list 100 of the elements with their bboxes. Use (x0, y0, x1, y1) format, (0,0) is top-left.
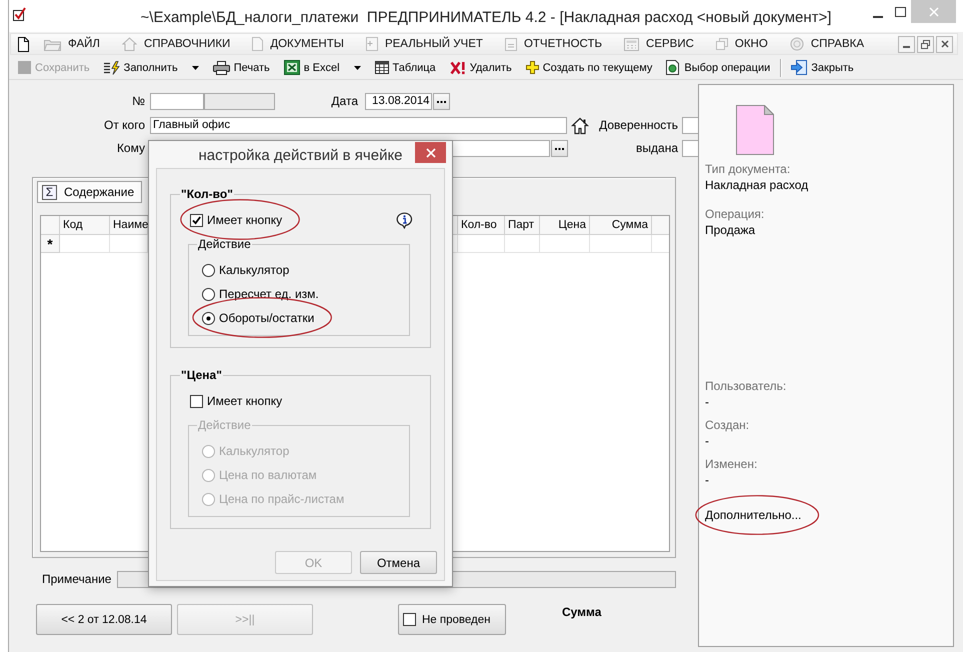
restore-icon (921, 40, 930, 48)
menu-item[interactable]: ФАЙЛ (33, 34, 111, 54)
field-label: выдана (636, 141, 678, 156)
ring-icon (790, 37, 804, 51)
ellipsis-button[interactable] (551, 140, 568, 157)
attorney-field[interactable] (682, 117, 698, 134)
table-cell (540, 235, 590, 253)
toolbar-button[interactable]: Печать (208, 56, 274, 78)
menu-item[interactable]: СПРАВКА (778, 34, 875, 54)
house-icon[interactable] (571, 116, 589, 134)
restore-button[interactable] (917, 36, 934, 52)
table-cell (505, 235, 540, 253)
checkbox[interactable] (190, 214, 203, 226)
calculator-icon (624, 38, 640, 50)
caret-icon[interactable] (192, 66, 199, 70)
toolbar-button[interactable]: Закрыть (787, 56, 858, 78)
checkbox-option[interactable]: Имеет кнопку (190, 393, 282, 409)
menu-item[interactable]: РЕАЛЬНЫЙ УЧЕТ (354, 34, 494, 54)
coin-document-icon (666, 60, 680, 75)
number-field[interactable] (150, 93, 204, 110)
field-label: Доверенность (599, 118, 678, 133)
info-label: Изменен: (705, 457, 758, 472)
posted-toggle-button[interactable]: Не проведен (398, 604, 506, 635)
sigma-icon: Σ (42, 184, 57, 200)
toolbar-button[interactable]: Таблица (370, 56, 440, 78)
column-header: Наиме (110, 216, 148, 235)
radio-option[interactable]: Пересчет ед. изм. (202, 286, 319, 302)
info-value: - (705, 395, 709, 410)
page-icon (252, 37, 264, 51)
group-title: Действие (197, 237, 252, 252)
column-header: Парт (505, 216, 540, 235)
info-icon[interactable] (396, 212, 413, 228)
close-button[interactable] (415, 142, 446, 163)
group-title: "Цена" (180, 368, 223, 383)
menu-item[interactable]: СЕРВИС (613, 34, 705, 54)
column-header: Цена (540, 216, 590, 235)
field-label: От кого (104, 118, 145, 133)
folder-icon (44, 38, 61, 50)
radio-button[interactable] (202, 288, 215, 300)
dialog-title: настройка действий в ячейке (198, 146, 403, 165)
info-label: Создан: (705, 418, 750, 433)
radio-option[interactable]: Калькулятор (202, 262, 290, 278)
group-title: Действие (197, 418, 252, 433)
toolbar-button[interactable]: Удалить (446, 56, 516, 78)
ellipsis-button[interactable] (433, 93, 450, 110)
table-cell (458, 235, 505, 253)
toolbar-button[interactable]: Выбор операции (662, 56, 774, 78)
ticked-box-icon (12, 7, 26, 21)
close-icon (426, 148, 436, 158)
previous-button[interactable]: << 2 от 12.08.14 (36, 604, 172, 635)
menu-item[interactable]: СПРАВОЧНИКИ (110, 34, 242, 54)
menu-item[interactable]: ОТЧЕТНОСТЬ (494, 34, 614, 54)
caret-icon[interactable] (354, 66, 361, 70)
table-cell (590, 235, 652, 253)
checkbox[interactable] (403, 613, 416, 626)
info-label: Тип документа: (705, 162, 790, 177)
square-icon (18, 61, 31, 74)
field-label: № (132, 94, 145, 109)
cancel-button[interactable]: Отмена (360, 551, 437, 574)
toolbar-button[interactable]: в Excel (280, 56, 365, 78)
column-header: Кол-во (458, 216, 505, 235)
stacked-squares-icon (716, 38, 728, 50)
sheet-plus-icon (366, 37, 378, 51)
toolbar-button[interactable]: Создать по текущему (522, 56, 656, 78)
column-header: Сумма (590, 216, 652, 235)
close-icon (928, 6, 938, 16)
house-icon (122, 37, 137, 51)
tab[interactable]: Σ Содержание (37, 181, 142, 203)
arrow-box-icon (791, 60, 808, 75)
field-label: Примечание (42, 572, 112, 587)
table-icon (374, 61, 389, 74)
date-field[interactable]: 13.08.2014 (365, 93, 432, 110)
printer-icon (212, 60, 230, 74)
checkbox[interactable] (190, 394, 203, 408)
page-icon[interactable] (18, 36, 29, 52)
close-button[interactable] (936, 36, 953, 52)
group-title: "Кол-во" (180, 187, 234, 202)
info-label: Пользователь: (705, 379, 786, 394)
sender-field[interactable]: Главный офис (150, 117, 567, 134)
column-header: Код (60, 216, 110, 235)
info-value: Накладная расход (705, 178, 808, 193)
info-label: Операция: (705, 207, 764, 222)
menu-item[interactable]: ОКНО (704, 34, 779, 54)
minimize-icon (873, 16, 883, 18)
menu-item[interactable]: ДОКУМЕНТЫ (241, 34, 355, 54)
card-icon (504, 38, 517, 50)
minimize-button[interactable] (898, 36, 915, 52)
new-row-marker: * (41, 235, 60, 253)
number-suffix-field (204, 93, 275, 110)
info-value: - (705, 473, 709, 488)
toolbar-button[interactable]: Заполнить (100, 56, 203, 78)
total-label: Сумма (562, 605, 602, 620)
issued-field[interactable] (682, 140, 698, 157)
info-value: Продажа (705, 223, 756, 238)
lines-lightning-icon (104, 60, 120, 74)
maximize-icon (894, 6, 906, 16)
field-label: Дата (331, 94, 358, 109)
radio-button[interactable] (202, 264, 215, 276)
field-label: Кому (116, 141, 145, 156)
radio-button[interactable] (202, 312, 215, 324)
